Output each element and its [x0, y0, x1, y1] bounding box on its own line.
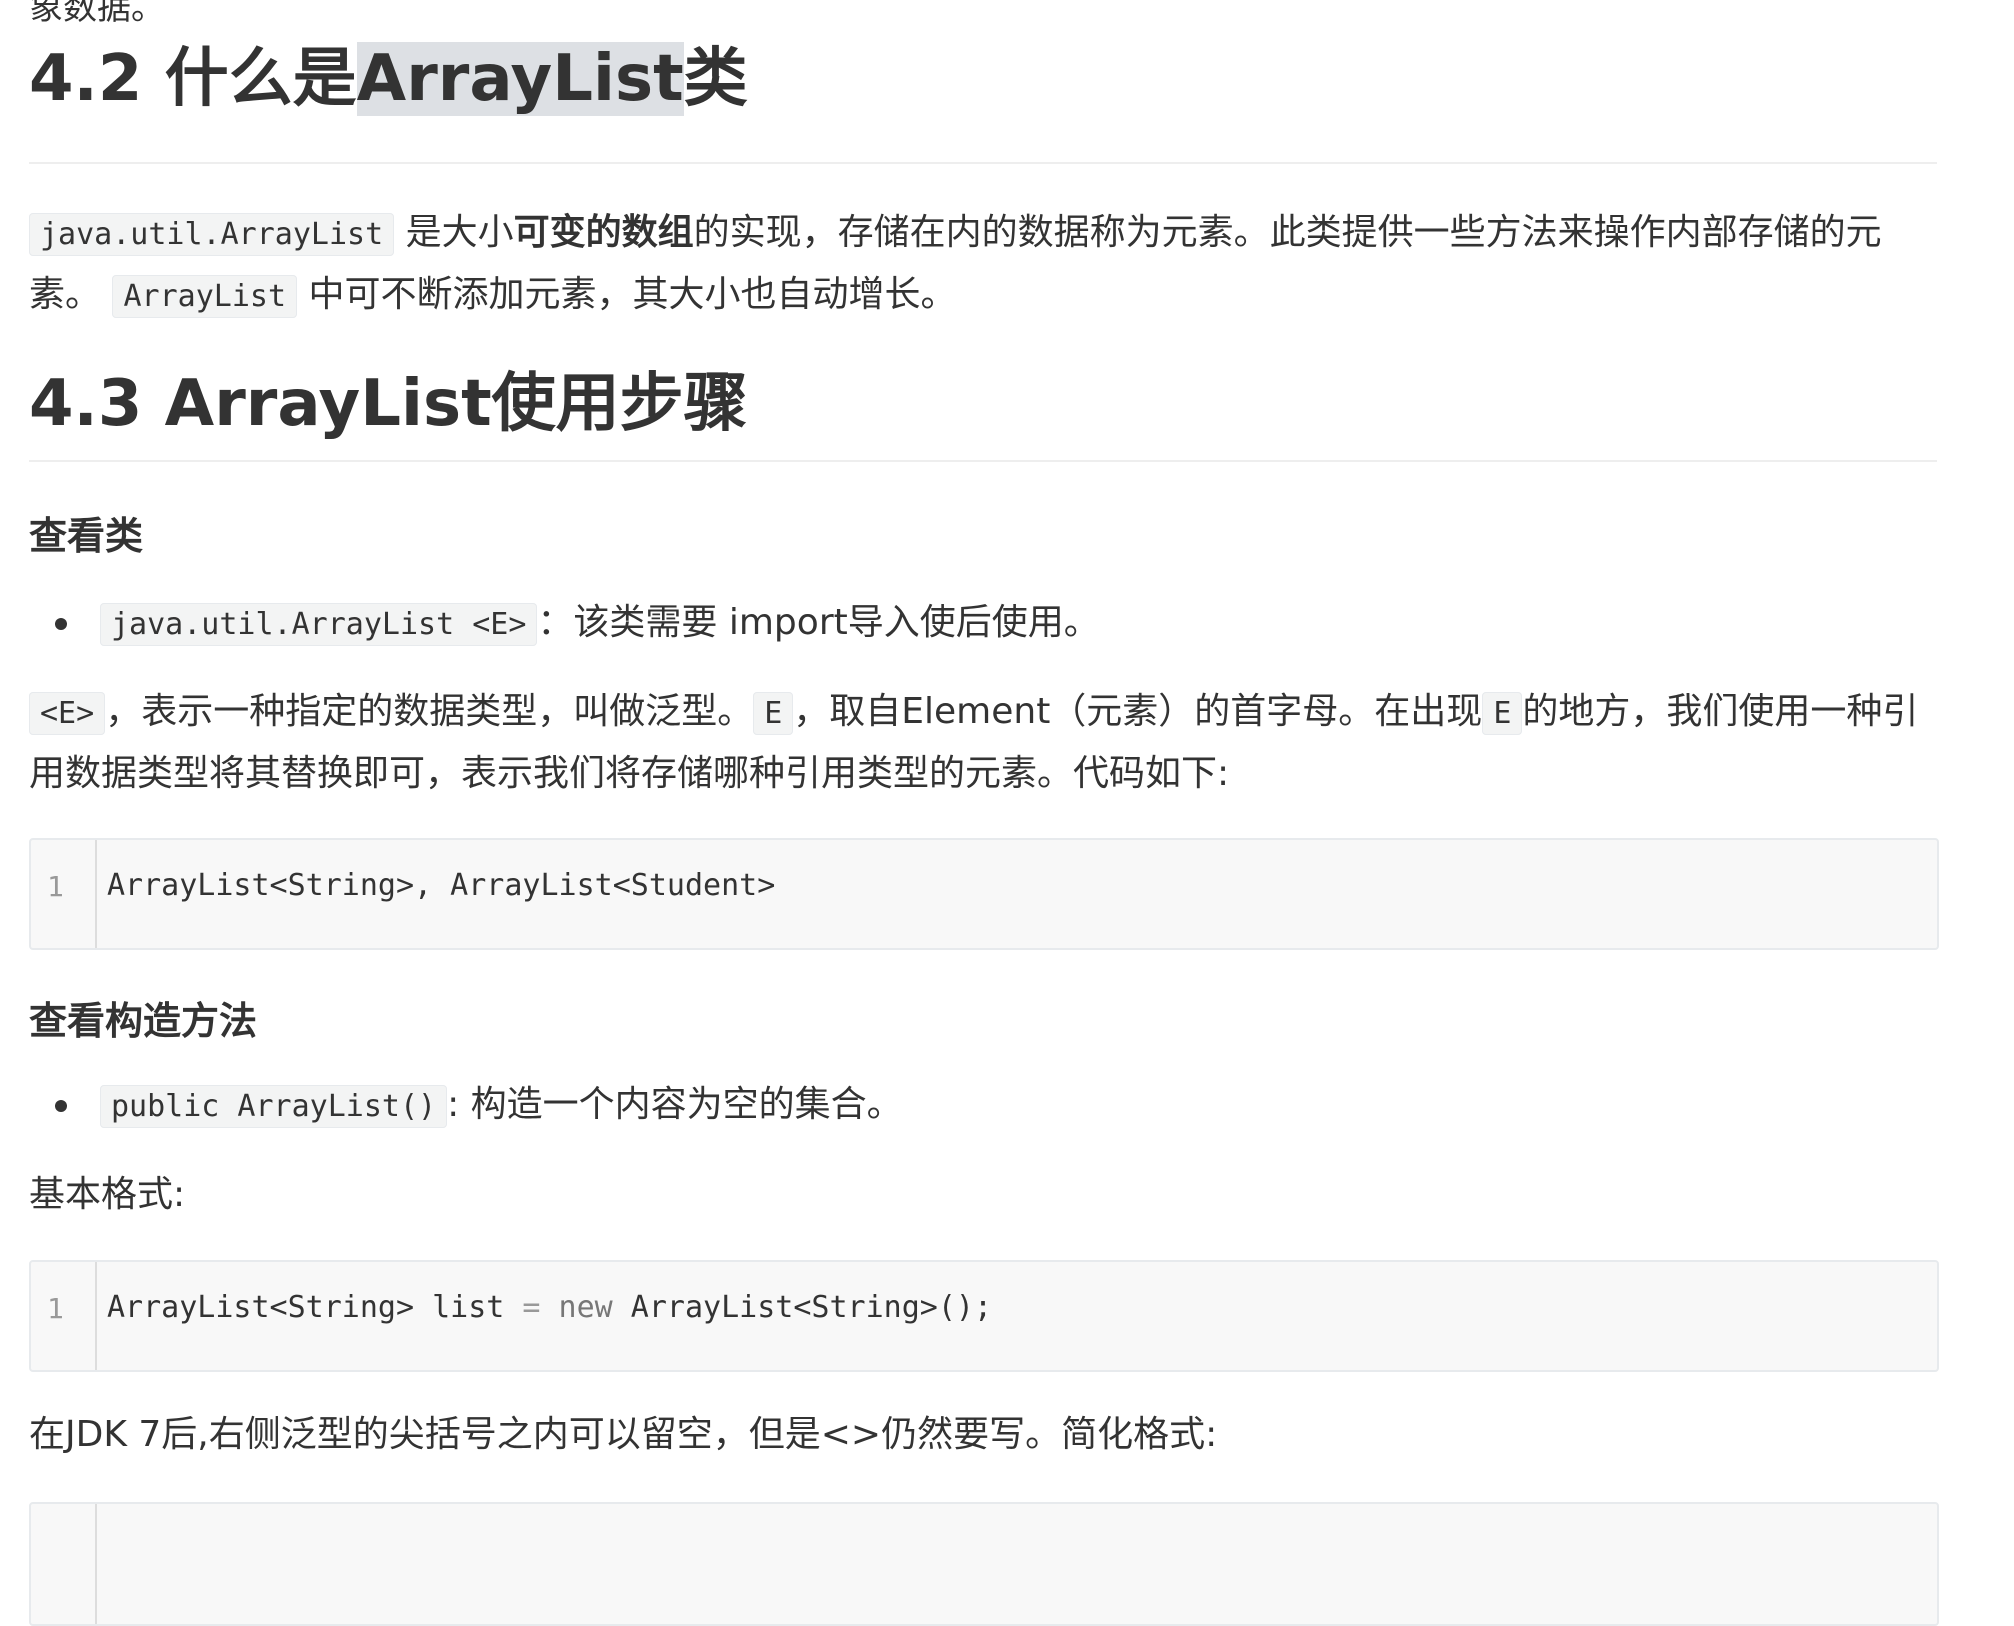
line-number-gutter	[31, 1262, 97, 1370]
line-number: 1	[47, 870, 64, 903]
inline-code: public ArrayList()	[100, 1085, 448, 1128]
code-line: ArrayList<String> list = new ArrayList<S…	[107, 1290, 992, 1325]
code-token: ArrayList<String>();	[630, 1290, 993, 1325]
line-number-gutter	[31, 840, 97, 948]
code-token: =	[522, 1290, 541, 1325]
list-item: java.util.ArrayList <E> ：该类需要 import导入使后使…	[100, 593, 1100, 655]
inline-code: <E>	[29, 692, 106, 735]
previous-paragraph-fragment: 象数据。	[29, 0, 165, 28]
inline-code: E	[753, 692, 794, 735]
arraylist-description: java.util.ArrayList 是大小可变的数组的实现，存储在内的数据称…	[29, 203, 1937, 327]
heading-divider	[29, 162, 1937, 164]
subheading-view-constructor: 查看构造方法	[29, 999, 258, 1043]
text: ，表示一种指定的数据类型，叫做泛型。	[105, 691, 754, 732]
text: : 构造一个内容为空的集合。	[447, 1084, 903, 1125]
basic-format-label: 基本格式:	[29, 1174, 186, 1215]
jdk7-note: 在JDK 7后,右侧泛型的尖括号之内可以留空，但是<>仍然要写。简化格式:	[29, 1414, 1218, 1455]
line-number-gutter	[31, 1504, 97, 1624]
text: 中可不断添加元素，其大小也自动增长。	[297, 274, 957, 315]
code-block-partial[interactable]	[29, 1502, 1939, 1626]
bold-text: 可变的数组	[513, 212, 694, 253]
bullet-dot	[55, 618, 67, 630]
inline-code: E	[1482, 692, 1523, 735]
code-line: ArrayList<String>, ArrayList<Student>	[107, 868, 776, 903]
document-page: 象数据。 4.2 什么是ArrayList类 java.util.ArrayLi…	[0, 0, 2014, 1626]
heading-highlight-selection: ArrayList	[356, 42, 684, 116]
inline-code: java.util.ArrayList	[29, 213, 395, 256]
code-block[interactable]: 1 ArrayList<String>, ArrayList<Student>	[29, 838, 1939, 950]
heading-divider	[29, 460, 1937, 462]
code-block[interactable]: 1 ArrayList<String> list = new ArrayList…	[29, 1260, 1939, 1372]
text: 是大小	[394, 212, 514, 253]
subheading-view-class: 查看类	[29, 514, 144, 558]
heading-prefix: 4.2 什么是	[29, 42, 357, 116]
text: ：该类需要 import导入使后使用。	[537, 602, 1100, 643]
text: ，取自Element（元素）的首字母。在出现	[793, 691, 1483, 732]
inline-code: java.util.ArrayList <E>	[100, 603, 538, 646]
list-item: public ArrayList(): 构造一个内容为空的集合。	[100, 1075, 903, 1137]
code-token: ArrayList<String> list	[107, 1290, 523, 1325]
section-heading-4-2: 4.2 什么是ArrayList类	[29, 42, 748, 116]
bullet-dot	[55, 1100, 67, 1112]
section-heading-4-3: 4.3 ArrayList使用步骤	[29, 367, 748, 441]
generic-explanation: <E> ，表示一种指定的数据类型，叫做泛型。 E ，取自Element（元素）的首字母…	[29, 682, 1937, 804]
inline-code: ArrayList	[112, 275, 298, 318]
heading-suffix: 类	[683, 42, 748, 116]
line-number: 1	[47, 1292, 64, 1325]
code-token: new	[540, 1290, 631, 1325]
